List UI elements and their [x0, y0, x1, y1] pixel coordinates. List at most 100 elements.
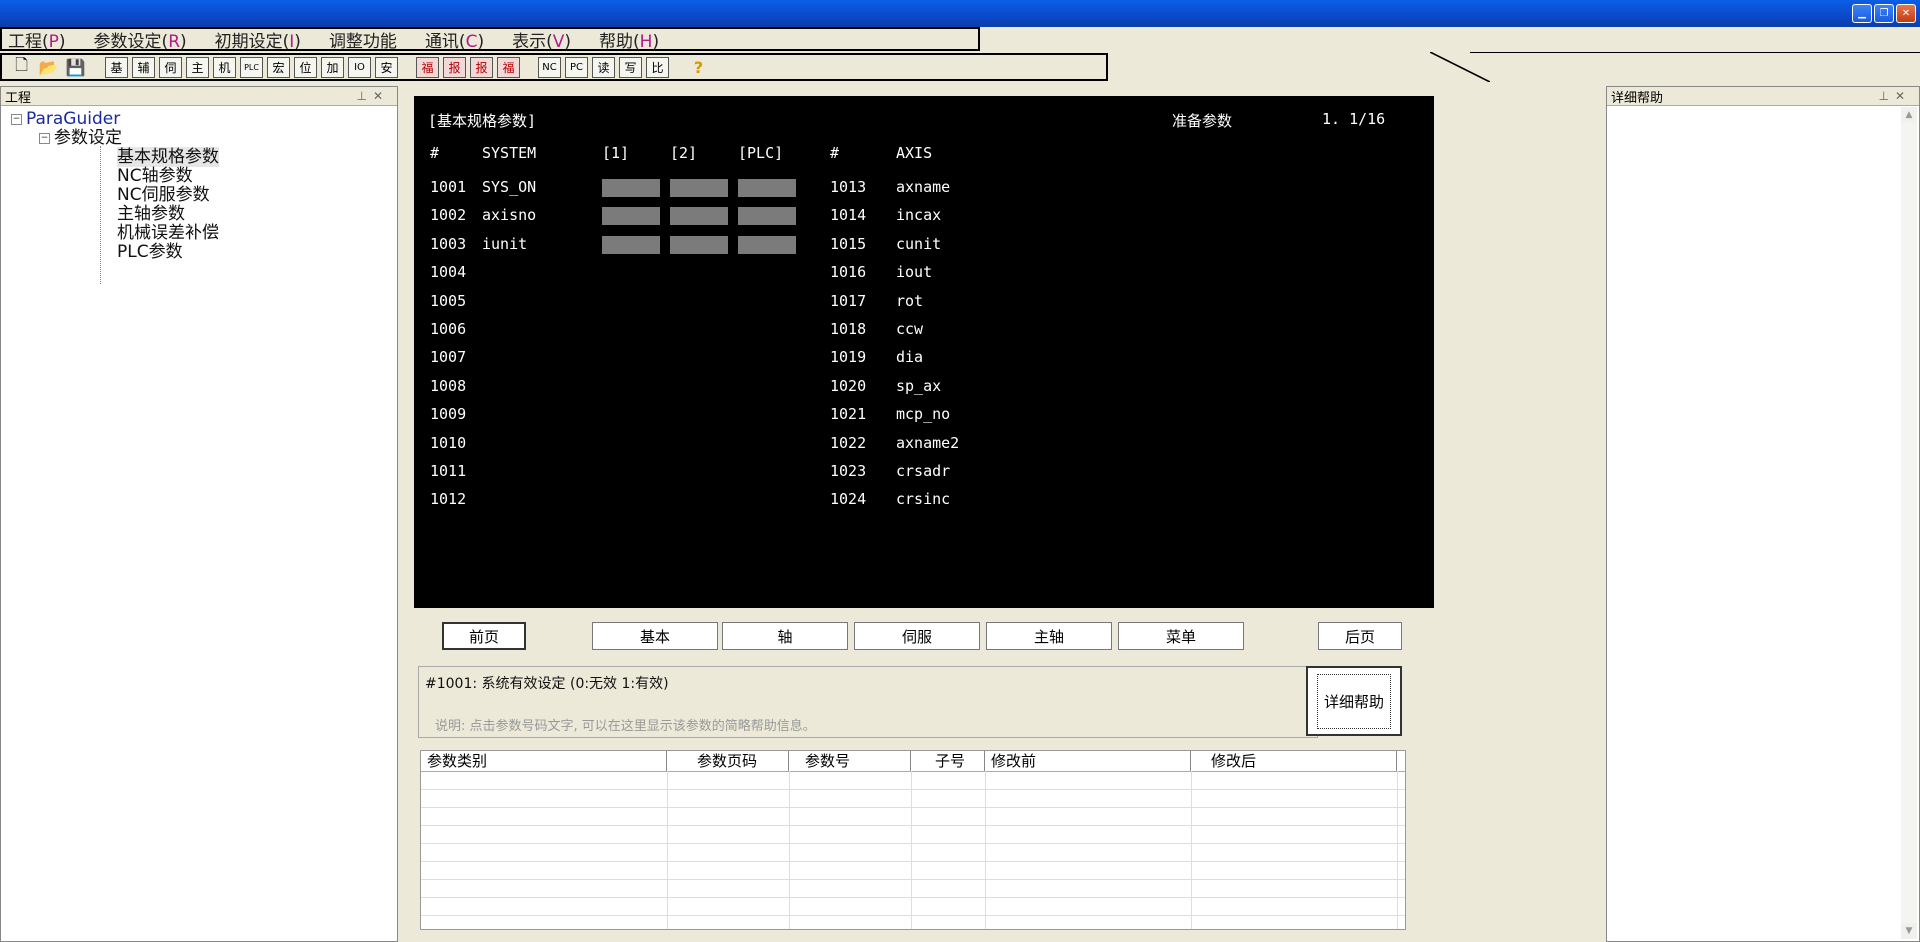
param-number[interactable]: 1008 [430, 377, 466, 395]
open-folder-icon[interactable]: 📂 [37, 57, 60, 78]
save-icon[interactable]: 💾 [64, 57, 87, 78]
param-number[interactable]: 1003 [430, 235, 466, 253]
param-number[interactable]: 1024 [830, 490, 866, 508]
param-value-cell[interactable] [738, 179, 796, 197]
toolbar-pc-button[interactable]: PC [565, 56, 588, 78]
toolbar-servo-button[interactable]: 伺 [159, 56, 182, 78]
tree-group[interactable]: − 参数设定 [11, 129, 397, 148]
param-number[interactable]: 1005 [430, 292, 466, 310]
param-number[interactable]: 1021 [830, 405, 866, 423]
scroll-up-icon[interactable]: ▲ [1901, 107, 1917, 123]
menu-button[interactable]: 菜单 [1118, 622, 1244, 650]
toolbar-red-button-2[interactable]: 报 [443, 56, 466, 78]
toolbar-plc-button[interactable]: PLC [240, 56, 263, 78]
help-icon[interactable]: ? [687, 57, 710, 78]
pin-icon[interactable]: ⊥ [356, 89, 372, 103]
help-scrollbar[interactable]: ▲ ▼ [1901, 107, 1917, 939]
param-number[interactable]: 1001 [430, 178, 466, 196]
param-number[interactable]: 1017 [830, 292, 866, 310]
toolbar-red-button-1[interactable]: 福 [416, 56, 439, 78]
param-value-cell[interactable] [670, 235, 728, 254]
tree-root[interactable]: − ParaGuider [11, 110, 397, 129]
param-number[interactable]: 1009 [430, 405, 466, 423]
param-value-cell[interactable] [602, 207, 660, 226]
param-number[interactable]: 1015 [830, 235, 866, 253]
param-number[interactable]: 1014 [830, 206, 866, 224]
modification-history-table: 参数类别 参数页码 参数号 子号 修改前 修改后 [420, 750, 1406, 930]
param-number[interactable]: 1006 [430, 320, 466, 338]
menu-adjust[interactable]: 调整功能 [329, 27, 397, 52]
param-value-cell[interactable] [602, 179, 660, 197]
header-system: SYSTEM [482, 144, 537, 162]
toolbar-spindle-button[interactable]: 主 [186, 56, 209, 78]
toolbar-accel-button[interactable]: 加 [321, 56, 344, 78]
prev-page-button[interactable]: 前页 [442, 622, 526, 650]
param-number[interactable]: 1022 [830, 434, 866, 452]
close-icon[interactable]: ✕ [373, 89, 389, 103]
param-number[interactable]: 1020 [830, 377, 866, 395]
param-number[interactable]: 1007 [430, 348, 466, 366]
servo-button[interactable]: 伺服 [854, 622, 980, 650]
toolbar-red-button-3[interactable]: 报 [470, 56, 493, 78]
menu-initial-settings[interactable]: 初期设定(I) [215, 27, 301, 52]
param-number[interactable]: 1012 [430, 490, 466, 508]
param-value-cell[interactable] [738, 235, 796, 254]
param-number[interactable]: 1004 [430, 263, 466, 281]
menu-help[interactable]: 帮助(H) [599, 27, 659, 52]
collapse-icon[interactable]: − [11, 113, 22, 125]
param-number[interactable]: 1016 [830, 263, 866, 281]
parameter-screen: [基本规格参数] 准备参数 1. 1/16 # SYSTEM [1] [2] [… [414, 96, 1434, 608]
tree-item-basic-spec[interactable]: 基本规格参数 [11, 147, 397, 167]
axis-button[interactable]: 轴 [722, 622, 848, 650]
param-name: sp_ax [896, 376, 942, 395]
param-number[interactable]: 1011 [430, 462, 466, 480]
tree-item-nc-servo[interactable]: NC伺服参数 [11, 186, 397, 205]
tree-item-mechanical-error[interactable]: 机械误差补偿 [11, 224, 397, 243]
param-value-cell[interactable] [670, 207, 728, 226]
toolbar-macro-button[interactable]: 宏 [267, 56, 290, 78]
param-number[interactable]: 1023 [830, 462, 866, 480]
tree-item-nc-axis[interactable]: NC轴参数 [11, 167, 397, 186]
spindle-button[interactable]: 主轴 [986, 622, 1112, 650]
toolbar-machine-button[interactable]: 机 [213, 56, 236, 78]
param-number[interactable]: 1010 [430, 434, 466, 452]
toolbar-compare-button[interactable]: 比 [646, 56, 669, 78]
param-name: iunit [482, 234, 528, 253]
tree-item-plc[interactable]: PLC参数 [11, 243, 397, 262]
param-value-cell[interactable] [738, 207, 796, 226]
close-icon[interactable]: ✕ [1895, 89, 1911, 103]
toolbar-basic-button[interactable]: 基 [105, 56, 128, 78]
detail-help-button[interactable]: 详细帮助 [1306, 666, 1402, 736]
toolbar-read-button[interactable]: 读 [592, 56, 615, 78]
menu-communication[interactable]: 通讯(C) [425, 27, 484, 52]
menu-project[interactable]: 工程(P) [8, 27, 66, 52]
tree-item-spindle[interactable]: 主轴参数 [11, 205, 397, 224]
toolbar-aux-button[interactable]: 辅 [132, 56, 155, 78]
close-icon[interactable]: ✕ [1896, 4, 1916, 23]
toolbar-io-button[interactable]: IO [348, 56, 371, 78]
toolbar-nc-button[interactable]: NC [538, 56, 561, 78]
toolbar-red-button-4[interactable]: 福 [497, 56, 520, 78]
menu-parameter-settings[interactable]: 参数设定(R) [94, 27, 187, 52]
next-page-button[interactable]: 后页 [1318, 622, 1402, 650]
new-file-icon[interactable]: 🗋 [10, 57, 33, 78]
param-number[interactable]: 1002 [430, 206, 466, 224]
minimize-icon[interactable]: ▁ [1852, 4, 1872, 23]
pin-icon[interactable]: ⊥ [1878, 89, 1894, 103]
collapse-icon[interactable]: − [39, 132, 50, 144]
menu-view[interactable]: 表示(V) [512, 27, 571, 52]
param-number[interactable]: 1019 [830, 348, 866, 366]
param-name: dia [896, 348, 924, 367]
restore-icon[interactable]: ❐ [1874, 4, 1894, 23]
param-number[interactable]: 1018 [830, 320, 866, 338]
history-header: 参数类别 参数页码 参数号 子号 修改前 修改后 [421, 751, 1405, 772]
param-value-cell[interactable] [602, 235, 660, 254]
parameter-hint: 说明: 点击参数号码文字, 可以在这里显示该参数的简略帮助信息。 [435, 719, 816, 734]
toolbar-position-button[interactable]: 位 [294, 56, 317, 78]
basic-button[interactable]: 基本 [592, 622, 718, 650]
param-number[interactable]: 1013 [830, 178, 866, 196]
scroll-down-icon[interactable]: ▼ [1901, 923, 1917, 939]
toolbar-write-button[interactable]: 写 [619, 56, 642, 78]
toolbar-safety-button[interactable]: 安 [375, 56, 398, 78]
param-value-cell[interactable] [670, 179, 728, 197]
